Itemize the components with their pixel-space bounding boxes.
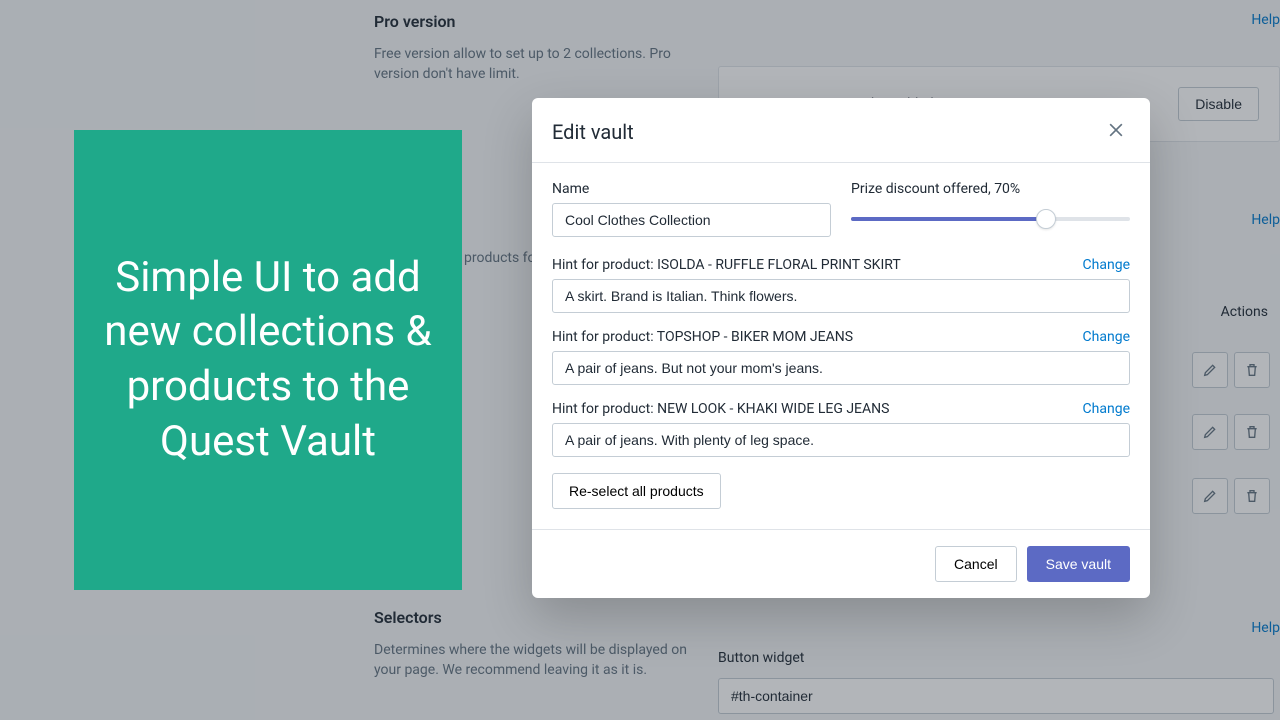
hint-block: Hint for product: TOPSHOP - BIKER MOM JE…: [552, 329, 1130, 385]
hint-label: Hint for product: ISOLDA - RUFFLE FLORAL…: [552, 257, 901, 273]
discount-label: Prize discount offered, 70%: [851, 181, 1130, 197]
discount-slider[interactable]: [851, 203, 1130, 239]
slider-fill: [851, 217, 1046, 221]
discount-field: Prize discount offered, 70%: [851, 181, 1130, 239]
hint-input[interactable]: [552, 351, 1130, 385]
modal-body: Name Prize discount offered, 70% Hint fo…: [532, 163, 1150, 529]
hint-input[interactable]: [552, 423, 1130, 457]
modal-footer: Cancel Save vault: [532, 529, 1150, 598]
hint-input[interactable]: [552, 279, 1130, 313]
slider-thumb[interactable]: [1036, 209, 1056, 229]
change-product-link[interactable]: Change: [1083, 401, 1130, 417]
hint-label: Hint for product: TOPSHOP - BIKER MOM JE…: [552, 329, 853, 345]
hint-block: Hint for product: ISOLDA - RUFFLE FLORAL…: [552, 257, 1130, 313]
change-product-link[interactable]: Change: [1083, 257, 1130, 273]
promo-text: Simple UI to add new collections & produ…: [104, 251, 432, 469]
name-input[interactable]: [552, 203, 831, 237]
change-product-link[interactable]: Change: [1083, 329, 1130, 345]
name-field: Name: [552, 181, 831, 239]
modal-title: Edit vault: [552, 120, 634, 144]
hint-label: Hint for product: NEW LOOK - KHAKI WIDE …: [552, 401, 889, 417]
close-button[interactable]: [1102, 116, 1130, 148]
name-label: Name: [552, 181, 831, 197]
close-icon: [1106, 120, 1126, 140]
reselect-products-button[interactable]: Re-select all products: [552, 473, 721, 509]
hint-block: Hint for product: NEW LOOK - KHAKI WIDE …: [552, 401, 1130, 457]
cancel-button[interactable]: Cancel: [935, 546, 1017, 582]
promo-overlay: Simple UI to add new collections & produ…: [74, 130, 462, 590]
edit-vault-modal: Edit vault Name Prize discount offered, …: [532, 98, 1150, 598]
modal-header: Edit vault: [532, 98, 1150, 163]
save-vault-button[interactable]: Save vault: [1027, 546, 1130, 582]
